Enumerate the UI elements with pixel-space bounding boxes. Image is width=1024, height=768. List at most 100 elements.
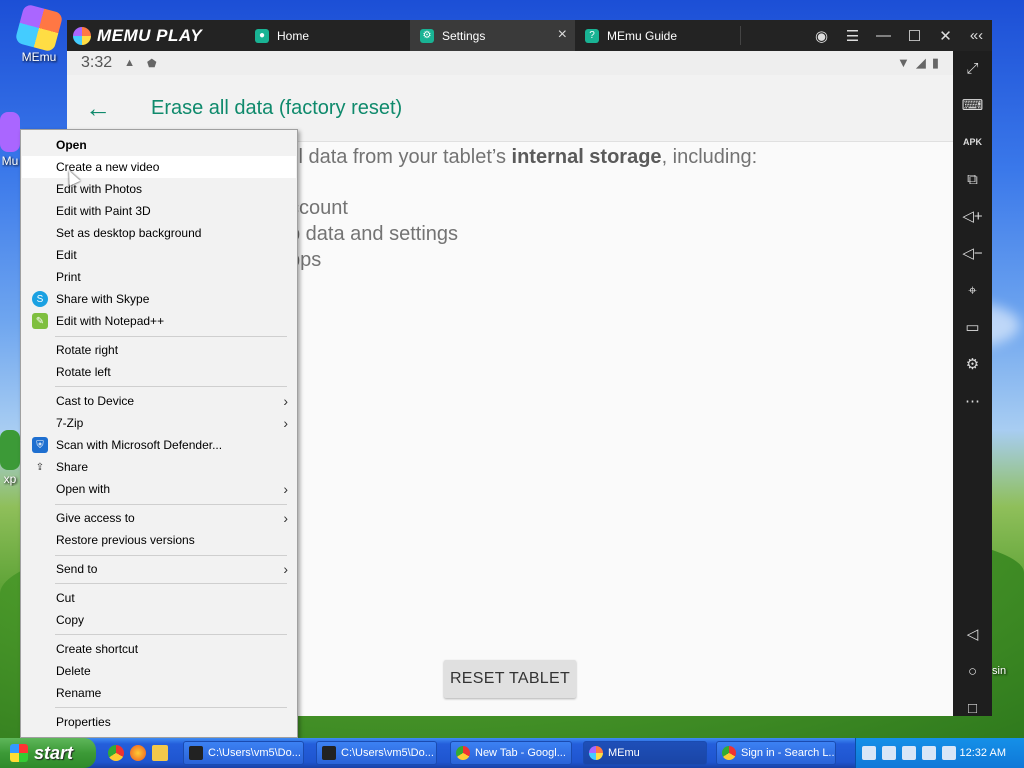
menu-item-label: Delete: [56, 664, 91, 678]
menu-separator: [55, 634, 287, 635]
wifi-icon: ▼: [896, 55, 910, 70]
menu-item-create-new-video[interactable]: Create a new video: [22, 156, 296, 178]
chrome-icon: [456, 746, 470, 760]
memu-app-icon: [14, 3, 64, 53]
start-label: start: [34, 742, 74, 763]
menu-item-7-zip[interactable]: 7-Zip ›: [22, 412, 296, 434]
menu-item-set-as-desktop-background[interactable]: Set as desktop background: [22, 222, 296, 244]
menu-item-edit-with-notepad-plus-plus[interactable]: ✎ Edit with Notepad++: [22, 310, 296, 332]
menu-item-edit-with-photos[interactable]: Edit with Photos: [22, 178, 296, 200]
display-tray-icon[interactable]: [922, 746, 936, 760]
folder-quicklaunch-icon[interactable]: [152, 745, 168, 761]
multi-window-icon[interactable]: ⧉: [953, 164, 992, 194]
menu-icon[interactable]: ☰: [837, 20, 868, 51]
chevron-right-icon: ›: [283, 415, 288, 431]
desktop-icon-label: Mu: [1, 154, 19, 168]
menu-item-cut[interactable]: Cut: [22, 587, 296, 609]
desktop-icon-memu[interactable]: MEmu: [12, 3, 66, 64]
menu-separator: [55, 583, 287, 584]
menu-item-print[interactable]: Print: [22, 266, 296, 288]
menu-item-share[interactable]: ⇪ Share: [22, 456, 296, 478]
maximize-icon[interactable]: ☐: [899, 20, 930, 51]
menu-item-rename[interactable]: Rename: [22, 682, 296, 704]
more-icon[interactable]: ⋯: [953, 386, 992, 416]
menu-item-edit-with-paint-3d[interactable]: Edit with Paint 3D: [22, 200, 296, 222]
menu-item-edit[interactable]: Edit: [22, 244, 296, 266]
taskbar: start C:\Users\vm5\Do... C:\Users\vm5\Do…: [0, 738, 1024, 768]
taskbar-button-memu[interactable]: MEmu: [583, 741, 707, 765]
taskbar-button-chrome-new-tab[interactable]: New Tab - Googl...: [450, 741, 572, 765]
menu-item-delete[interactable]: Delete: [22, 660, 296, 682]
menu-item-label: Rotate right: [56, 343, 119, 357]
start-button[interactable]: start: [0, 738, 96, 768]
tab-divider: [740, 26, 741, 45]
menu-separator: [55, 336, 287, 337]
defender-shield-icon: ⛨: [32, 437, 48, 453]
android-recents-icon[interactable]: □: [953, 693, 992, 723]
apk-icon[interactable]: APK: [953, 127, 992, 157]
security-tray-icon[interactable]: [862, 746, 876, 760]
windows-flag-icon: [10, 744, 28, 762]
desktop-icon-mu[interactable]: Mu: [0, 112, 20, 168]
menu-item-copy[interactable]: Copy: [22, 609, 296, 631]
memu-tray-icon[interactable]: [902, 746, 916, 760]
desktop-icon-label-partial: sin: [992, 665, 1007, 677]
menu-item-label: Rename: [56, 686, 102, 700]
close-tab-icon[interactable]: ×: [558, 26, 567, 44]
menu-item-label: Share with Skype: [56, 292, 150, 306]
android-home-icon[interactable]: ○: [953, 656, 992, 686]
folder-icon[interactable]: ▭: [953, 312, 992, 342]
memu-brand: MEMU PLAY: [97, 25, 203, 45]
menu-item-scan-with-defender[interactable]: ⛨ Scan with Microsoft Defender...: [22, 434, 296, 456]
back-arrow-icon[interactable]: ←: [85, 93, 111, 124]
share-icon: ⇪: [35, 461, 45, 473]
taskbar-button-chrome-sign-in[interactable]: Sign in - Search L...: [716, 741, 836, 765]
7zip-icon: [189, 746, 203, 760]
menu-item-label: 7-Zip: [56, 416, 84, 430]
menu-separator: [55, 555, 287, 556]
menu-item-restore-previous-versions[interactable]: Restore previous versions: [22, 529, 296, 551]
menu-item-label: Properties: [56, 715, 111, 729]
menu-item-open-with[interactable]: Open with ›: [22, 478, 296, 500]
menu-item-open[interactable]: Open: [22, 134, 296, 156]
taskbar-button-label: C:\Users\vm5\Do...: [341, 747, 434, 759]
menu-item-share-with-skype[interactable]: S Share with Skype: [22, 288, 296, 310]
account-icon[interactable]: ◉: [806, 20, 837, 51]
settings-icon[interactable]: ⚙: [953, 349, 992, 379]
menu-separator: [55, 386, 287, 387]
tab-memu-guide[interactable]: ? MEmu Guide: [575, 20, 740, 51]
location-icon[interactable]: ⌖: [953, 275, 992, 305]
firefox-quicklaunch-icon[interactable]: [130, 745, 146, 761]
taskbar-button-7zip-2[interactable]: C:\Users\vm5\Do...: [316, 741, 437, 765]
fullscreen-icon[interactable]: ⤢: [953, 53, 992, 83]
collapse-sidebar-icon[interactable]: «‹: [961, 20, 992, 51]
menu-item-rotate-left[interactable]: Rotate left: [22, 361, 296, 383]
close-icon[interactable]: ✕: [930, 20, 961, 51]
guide-tab-icon: ?: [585, 28, 599, 43]
minimize-icon[interactable]: —: [868, 20, 899, 51]
tab-home[interactable]: ● Home: [245, 20, 410, 51]
reset-tablet-button[interactable]: RESET TABLET: [444, 660, 576, 698]
menu-item-cast-to-device[interactable]: Cast to Device ›: [22, 390, 296, 412]
chevron-right-icon: ›: [283, 561, 288, 577]
volume-tray-icon[interactable]: [942, 746, 956, 760]
menu-item-properties[interactable]: Properties: [22, 711, 296, 733]
menu-item-label: Send to: [56, 562, 98, 576]
volume-up-icon[interactable]: ◁+: [953, 201, 992, 231]
intro-text-pre: ll data from your tablet’s: [294, 146, 512, 168]
tab-settings[interactable]: ⚙ Settings ×: [410, 20, 575, 51]
keyboard-icon[interactable]: ⌨: [953, 90, 992, 120]
chrome-quicklaunch-icon[interactable]: [108, 745, 124, 761]
taskbar-button-7zip-1[interactable]: C:\Users\vm5\Do...: [183, 741, 304, 765]
menu-item-send-to[interactable]: Send to ›: [22, 558, 296, 580]
menu-item-rotate-right[interactable]: Rotate right: [22, 339, 296, 361]
android-back-icon[interactable]: ◁: [953, 619, 992, 649]
desktop-icon-xp[interactable]: xp: [0, 430, 20, 486]
network-tray-icon[interactable]: [882, 746, 896, 760]
menu-item-label: Restore previous versions: [56, 533, 195, 547]
window-controls: ◉ ☰ — ☐ ✕ «‹: [806, 20, 992, 51]
menu-item-create-shortcut[interactable]: Create shortcut: [22, 638, 296, 660]
menu-item-give-access-to[interactable]: Give access to ›: [22, 507, 296, 529]
status-icons: ▼ ◢ ▮: [897, 55, 939, 71]
volume-down-icon[interactable]: ◁−: [953, 238, 992, 268]
